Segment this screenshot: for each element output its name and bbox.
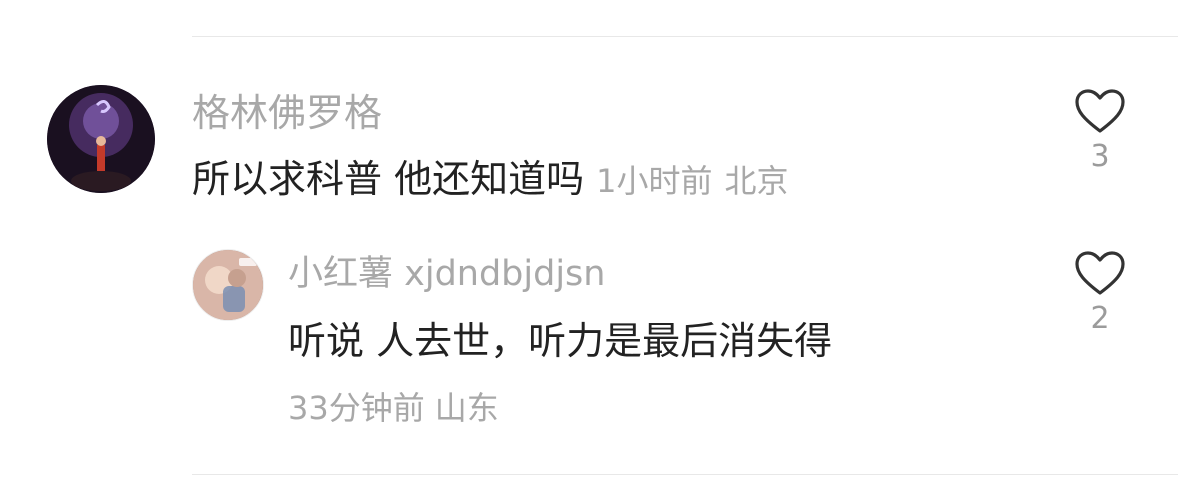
comment-time: 1小时前 bbox=[596, 162, 713, 200]
reply-like-button[interactable]: 2 bbox=[1070, 250, 1130, 334]
comment-username[interactable]: 格林佛罗格 bbox=[192, 94, 382, 132]
divider-top bbox=[192, 36, 1178, 37]
reply-meta: 33分钟前 山东 bbox=[288, 392, 499, 424]
heart-icon[interactable] bbox=[1074, 250, 1126, 296]
comment-location: 北京 bbox=[724, 162, 789, 200]
heart-icon[interactable] bbox=[1074, 88, 1126, 134]
reply-username[interactable]: 小红薯 xjdndbjdjsn bbox=[288, 257, 605, 292]
comment-thread: 格林佛罗格 所以求科普 他还知道吗 1小时前 北京 3 小红薯 xjdndbjdjs… bbox=[0, 0, 1178, 495]
reply-location: 山东 bbox=[434, 389, 499, 427]
reply-time: 33分钟前 bbox=[288, 389, 425, 427]
reply-avatar[interactable] bbox=[192, 249, 264, 321]
comment-text[interactable]: 所以求科普 他还知道吗 1小时前 北京 bbox=[192, 160, 788, 198]
like-button[interactable]: 3 bbox=[1070, 88, 1130, 172]
avatar[interactable] bbox=[47, 85, 155, 193]
reply-like-count: 2 bbox=[1090, 301, 1110, 336]
like-count: 3 bbox=[1090, 139, 1110, 174]
reply-text[interactable]: 听说 人去世，听力是最后消失得 bbox=[288, 322, 832, 360]
divider-bottom bbox=[192, 474, 1178, 475]
comment-body: 所以求科普 他还知道吗 bbox=[192, 157, 585, 201]
